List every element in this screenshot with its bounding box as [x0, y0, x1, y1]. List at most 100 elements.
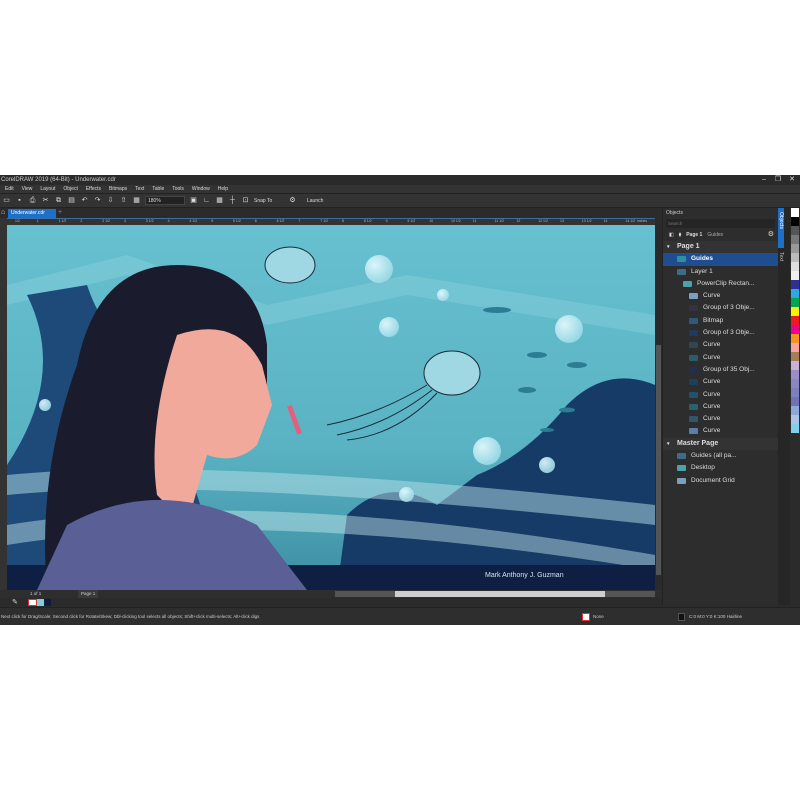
tree-item[interactable]: Document Grid [663, 475, 778, 487]
horizontal-scrollbar[interactable] [335, 591, 655, 597]
grid-icon[interactable]: ▦ [215, 196, 224, 205]
menu-table[interactable]: Table [152, 185, 164, 193]
new-layer-icon[interactable]: ⧫ [679, 229, 681, 241]
menu-object[interactable]: Object [63, 185, 77, 193]
import-icon[interactable]: ⇩ [106, 196, 115, 205]
swatch[interactable] [44, 599, 51, 606]
tab-underwater[interactable]: Underwater.cdr [8, 209, 56, 218]
tree-item[interactable]: Desktop [663, 462, 778, 474]
color-swatch[interactable] [791, 235, 799, 244]
color-swatch[interactable] [791, 397, 799, 406]
tree-item[interactable]: Curve [663, 339, 778, 351]
color-swatch[interactable] [791, 217, 799, 226]
copy-icon[interactable]: ⧉ [54, 196, 63, 205]
color-swatch[interactable] [791, 271, 799, 280]
tab-objects[interactable]: Objects [778, 208, 784, 248]
tree-item[interactable]: Curve [663, 352, 778, 364]
tree-item[interactable]: Curve [663, 389, 778, 401]
tree-item[interactable]: Bitmap [663, 315, 778, 327]
color-swatch[interactable] [791, 343, 799, 352]
menu-effects[interactable]: Effects [86, 185, 101, 193]
color-swatch[interactable] [791, 316, 799, 325]
menu-window[interactable]: Window [192, 185, 210, 193]
tree-item[interactable]: Group of 35 Obj... [663, 364, 778, 376]
menu-help[interactable]: Help [218, 185, 228, 193]
swatch[interactable] [37, 599, 44, 606]
no-color-swatch[interactable] [28, 599, 37, 606]
guides-filter[interactable]: Guides [707, 229, 723, 241]
restore-button[interactable]: ❐ [772, 175, 784, 185]
color-swatch[interactable] [791, 388, 799, 397]
new-tab-plus-icon[interactable]: + [58, 209, 62, 216]
layer-icon[interactable]: ◧ [669, 229, 674, 241]
vertical-ruler[interactable] [0, 218, 7, 590]
tree-header[interactable]: ▾ Page 1 [663, 241, 778, 254]
cut-icon[interactable]: ✂ [41, 196, 50, 205]
tree-item[interactable]: Layer 1 [663, 266, 778, 278]
vertical-scrollbar[interactable] [655, 225, 662, 590]
home-icon[interactable]: ⌂ [1, 209, 5, 216]
menu-text[interactable]: Text [135, 185, 144, 193]
color-swatch[interactable] [791, 289, 799, 298]
minimize-button[interactable]: – [758, 175, 770, 185]
tree-item[interactable]: Curve [663, 413, 778, 425]
tree-item[interactable]: Group of 3 Obje... [663, 327, 778, 339]
tree-header[interactable]: ▾ Master Page [663, 437, 778, 451]
page-selector[interactable]: Page 1 [686, 229, 702, 241]
tree-item[interactable]: Curve [663, 376, 778, 388]
color-swatch[interactable] [791, 334, 799, 343]
launch-dropdown[interactable]: Launch [301, 198, 341, 204]
color-swatch[interactable] [791, 352, 799, 361]
tree-item[interactable]: Guides (all pa... [663, 450, 778, 462]
undo-icon[interactable]: ↶ [80, 196, 89, 205]
save-icon[interactable]: ▪ [15, 196, 24, 205]
publish-pdf-icon[interactable]: ▦ [132, 196, 141, 205]
expand-arrow-icon[interactable]: ▾ [667, 241, 670, 253]
menu-view[interactable]: View [22, 185, 33, 193]
color-swatch[interactable] [791, 379, 799, 388]
open-icon[interactable]: ▭ [2, 196, 11, 205]
export-icon[interactable]: ⇧ [119, 196, 128, 205]
full-screen-icon[interactable]: ▣ [189, 196, 198, 205]
page-tab-1[interactable]: Page 1 [78, 590, 99, 598]
tree-item[interactable]: Guides [663, 253, 778, 266]
objects-search-input[interactable]: Search [666, 219, 775, 228]
options-gear-icon[interactable]: ⚙ [288, 196, 297, 205]
tree-item[interactable]: Curve [663, 425, 778, 437]
print-icon[interactable]: ⎙ [28, 196, 37, 205]
redo-icon[interactable]: ↷ [93, 196, 102, 205]
color-swatch[interactable] [791, 253, 799, 262]
guidelines-icon[interactable]: ┼ [228, 196, 237, 205]
snap-to-dropdown[interactable]: Snap To [254, 198, 284, 204]
color-swatch[interactable] [791, 280, 799, 289]
color-swatch[interactable] [791, 325, 799, 334]
eyedropper-icon[interactable]: ✎ [12, 598, 18, 606]
panel-options-gear-icon[interactable]: ⚙ [768, 229, 774, 241]
close-button[interactable]: ✕ [786, 175, 798, 185]
menu-tools[interactable]: Tools [172, 185, 184, 193]
scrollbar-thumb[interactable] [395, 591, 605, 597]
tree-item[interactable]: Curve [663, 290, 778, 302]
color-swatch[interactable] [791, 298, 799, 307]
zoom-level-field[interactable]: 180% [145, 196, 185, 205]
color-swatch[interactable] [791, 208, 799, 217]
snap-icon[interactable]: ⊡ [241, 196, 250, 205]
outline-swatch[interactable] [678, 613, 685, 621]
menu-layout[interactable]: Layout [40, 185, 55, 193]
color-swatch[interactable] [791, 307, 799, 316]
color-swatch[interactable] [791, 361, 799, 370]
paste-icon[interactable]: ▤ [67, 196, 76, 205]
menu-edit[interactable]: Edit [5, 185, 14, 193]
color-swatch[interactable] [791, 226, 799, 235]
color-swatch[interactable] [791, 424, 799, 433]
color-swatch[interactable] [791, 262, 799, 271]
expand-arrow-icon[interactable]: ▾ [667, 438, 670, 450]
tree-item[interactable]: Group of 3 Obje... [663, 302, 778, 314]
menu-bitmaps[interactable]: Bitmaps [109, 185, 127, 193]
horizontal-ruler[interactable]: 1/2 1 1 1/2 2 2 1/2 3 3 1/2 4 4 1/2 5 5 1/2 6 6 1/2 7… [7, 218, 655, 225]
drawing-canvas[interactable]: Mark Anthony J. Guzman [7, 225, 655, 590]
color-swatch[interactable] [791, 406, 799, 415]
tab-text[interactable]: Text [778, 248, 784, 278]
fill-swatch[interactable] [582, 613, 590, 621]
rulers-icon[interactable]: ∟ [202, 196, 211, 205]
